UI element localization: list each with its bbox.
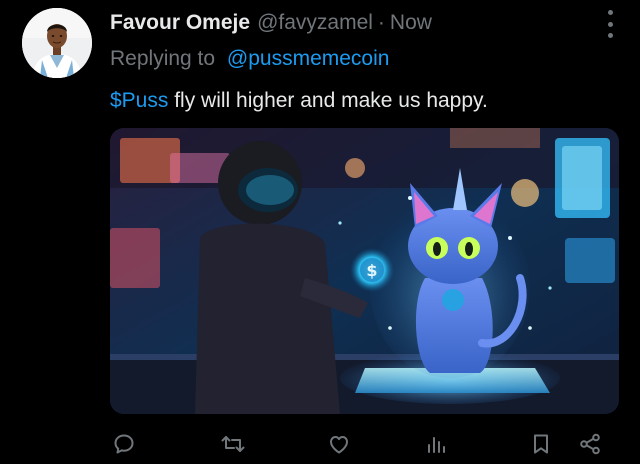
tweet-action-bar [0, 428, 640, 460]
share-icon[interactable] [574, 428, 606, 460]
tweet-media-image[interactable]: $ [110, 128, 619, 414]
like-icon[interactable] [323, 428, 355, 460]
tweet-header: Favour Omeje @favyzamel · Now [110, 8, 432, 38]
avatar[interactable] [22, 8, 92, 78]
reply-context: Replying to @pussmemecoin [110, 44, 389, 74]
tweet: Favour Omeje @favyzamel · Now Replying t… [0, 0, 640, 464]
views-icon[interactable] [420, 428, 452, 460]
author-handle[interactable]: @favyzamel [257, 8, 373, 38]
header-separator: · [377, 11, 385, 34]
tweet-timestamp[interactable]: Now [390, 8, 432, 38]
more-dot [607, 21, 613, 27]
replying-to-mention[interactable]: @pussmemecoin [227, 47, 390, 70]
retweet-icon[interactable] [217, 428, 249, 460]
replying-to-label: Replying to [110, 47, 216, 70]
reply-icon[interactable] [108, 428, 140, 460]
more-options-icon[interactable] [604, 10, 616, 38]
tweet-text: $Puss fly will higher and make us happy. [110, 86, 488, 116]
author-display-name[interactable]: Favour Omeje [110, 8, 250, 38]
bookmark-icon[interactable] [525, 428, 557, 460]
avatar-photo-icon [22, 8, 92, 78]
ai-art-hacker-and-glowing-cat-icon: $ [110, 128, 619, 414]
cashtag-link[interactable]: $Puss [110, 89, 168, 112]
more-dot [607, 10, 613, 15]
more-dot [607, 33, 613, 38]
tweet-body-text: fly will higher and make us happy. [168, 89, 488, 112]
